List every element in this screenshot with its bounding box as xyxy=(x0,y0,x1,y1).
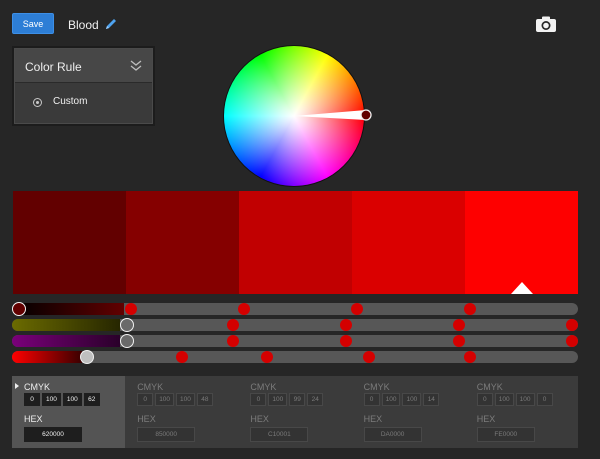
color-value-column[interactable]: CMYK 0 100 99 24 HEX C10001 xyxy=(238,376,351,448)
swatch-strip xyxy=(13,191,578,294)
slider-track-magenta[interactable] xyxy=(12,334,579,348)
hex-input[interactable]: DA0000 xyxy=(363,427,422,442)
color-value-column[interactable]: CMYK 0 100 100 62 HEX 620000 xyxy=(12,376,125,448)
slider-fill xyxy=(12,319,120,331)
cmyk-input[interactable]: 100 xyxy=(155,393,175,406)
slider-swatch-dot[interactable] xyxy=(453,319,466,331)
slider-swatch-dot[interactable] xyxy=(226,335,239,347)
slider-fill xyxy=(12,335,120,347)
slider-swatch-dot[interactable] xyxy=(464,351,477,363)
active-arrow-icon xyxy=(15,383,19,389)
slider-knob[interactable] xyxy=(119,334,134,348)
cmyk-input[interactable]: 14 xyxy=(423,393,440,406)
cmyk-label: CMYK xyxy=(363,382,390,392)
slider-swatch-dot[interactable] xyxy=(362,351,375,363)
cmyk-inputs: 0 100 100 48 xyxy=(137,393,213,406)
save-button[interactable]: Save xyxy=(12,13,54,34)
hex-label: HEX xyxy=(363,414,383,424)
cmyk-input[interactable]: 100 xyxy=(402,393,422,406)
cmyk-input[interactable]: 0 xyxy=(536,393,553,406)
wheel-pointer xyxy=(294,110,366,120)
double-chevron-down-icon[interactable] xyxy=(130,59,142,73)
slider-swatch-dot[interactable] xyxy=(351,303,364,315)
cmyk-input[interactable]: 100 xyxy=(62,393,82,406)
slider-knob[interactable] xyxy=(119,318,134,332)
cmyk-input[interactable]: 0 xyxy=(476,393,493,406)
camera-icon[interactable] xyxy=(535,15,557,33)
wheel-handle[interactable] xyxy=(360,109,372,121)
cmyk-input[interactable]: 100 xyxy=(176,393,195,406)
color-sliders xyxy=(12,302,579,367)
slider-swatch-dot[interactable] xyxy=(175,351,188,363)
cmyk-label: CMYK xyxy=(250,382,277,392)
hex-input[interactable]: C10001 xyxy=(250,427,309,442)
slider-swatch-dot[interactable] xyxy=(124,303,137,315)
color-value-column[interactable]: CMYK 0 100 100 0 HEX FE0000 xyxy=(465,376,578,448)
cmyk-input[interactable]: 100 xyxy=(515,393,535,406)
cmyk-label: CMYK xyxy=(137,382,164,392)
slider-knob[interactable] xyxy=(79,350,94,364)
theme-name[interactable]: Blood xyxy=(68,18,99,32)
color-swatch[interactable] xyxy=(352,191,465,294)
color-values-panel: CMYK 0 100 100 62 HEX 620000 CMYK 0 100 100 48 HEX 85… xyxy=(12,376,578,448)
cmyk-input[interactable]: 48 xyxy=(196,393,213,406)
cmyk-inputs: 0 100 100 0 xyxy=(476,393,553,406)
slider-knob[interactable] xyxy=(12,302,26,316)
cmyk-input[interactable]: 0 xyxy=(363,393,380,406)
slider-fill xyxy=(12,303,124,315)
cmyk-label: CMYK xyxy=(24,382,51,392)
color-rule-header[interactable]: Color Rule xyxy=(15,49,152,83)
cmyk-inputs: 0 100 99 24 xyxy=(250,393,324,406)
cmyk-input[interactable]: 99 xyxy=(289,393,306,406)
color-rule-option-custom[interactable]: Custom xyxy=(15,90,152,116)
selected-swatch-marker-icon xyxy=(511,282,533,294)
hex-label: HEX xyxy=(250,414,269,424)
slider-swatch-dot[interactable] xyxy=(566,335,579,347)
color-rule-panel: Color Rule Custom xyxy=(14,48,153,124)
top-toolbar: Save Blood xyxy=(0,0,600,48)
color-swatch[interactable] xyxy=(239,191,352,294)
cmyk-input[interactable]: 0 xyxy=(137,393,154,406)
slider-swatch-dot[interactable] xyxy=(464,303,477,315)
slider-track-brightness[interactable] xyxy=(12,302,578,316)
slider-track-yellow[interactable] xyxy=(12,318,579,332)
cmyk-input[interactable]: 0 xyxy=(250,393,267,406)
color-swatch[interactable] xyxy=(465,191,578,294)
color-rule-option-label: Custom xyxy=(53,96,88,107)
color-value-column[interactable]: CMYK 0 100 100 48 HEX 850000 xyxy=(125,376,238,448)
cmyk-label: CMYK xyxy=(476,382,503,392)
hex-input[interactable]: 620000 xyxy=(24,427,82,442)
cmyk-input[interactable]: 24 xyxy=(307,393,324,406)
hex-label: HEX xyxy=(24,414,43,424)
color-wheel[interactable] xyxy=(224,46,372,188)
color-wheel-overlay xyxy=(294,109,372,121)
slider-fill xyxy=(12,351,82,363)
hex-input[interactable]: 850000 xyxy=(137,427,196,442)
color-rule-title: Color Rule xyxy=(25,60,82,74)
slider-swatch-dot[interactable] xyxy=(238,303,251,315)
color-swatch[interactable] xyxy=(126,191,239,294)
slider-swatch-dot[interactable] xyxy=(226,319,239,331)
slider-swatch-dot[interactable] xyxy=(339,335,352,347)
hex-label: HEX xyxy=(137,414,156,424)
slider-swatch-dot[interactable] xyxy=(339,319,352,331)
cmyk-inputs: 0 100 100 62 xyxy=(24,393,100,406)
cmyk-input[interactable]: 0 xyxy=(24,393,40,406)
slider-swatch-dot[interactable] xyxy=(566,319,579,331)
radio-selected-icon[interactable] xyxy=(33,98,42,107)
hex-label: HEX xyxy=(476,414,496,424)
cmyk-input[interactable]: 100 xyxy=(42,393,61,406)
cmyk-input[interactable]: 100 xyxy=(381,393,401,406)
slider-swatch-dot[interactable] xyxy=(260,351,273,363)
cmyk-input[interactable]: 62 xyxy=(83,393,100,406)
pencil-icon[interactable] xyxy=(104,17,118,31)
hex-input[interactable]: FE0000 xyxy=(476,427,535,442)
color-swatch[interactable] xyxy=(13,191,126,294)
cmyk-input[interactable]: 100 xyxy=(268,393,288,406)
color-value-column[interactable]: CMYK 0 100 100 14 HEX DA0000 xyxy=(352,376,465,448)
slider-track-red[interactable] xyxy=(12,350,578,364)
cmyk-input[interactable]: 100 xyxy=(494,393,514,406)
cmyk-inputs: 0 100 100 14 xyxy=(363,393,440,406)
slider-swatch-dot[interactable] xyxy=(453,335,466,347)
